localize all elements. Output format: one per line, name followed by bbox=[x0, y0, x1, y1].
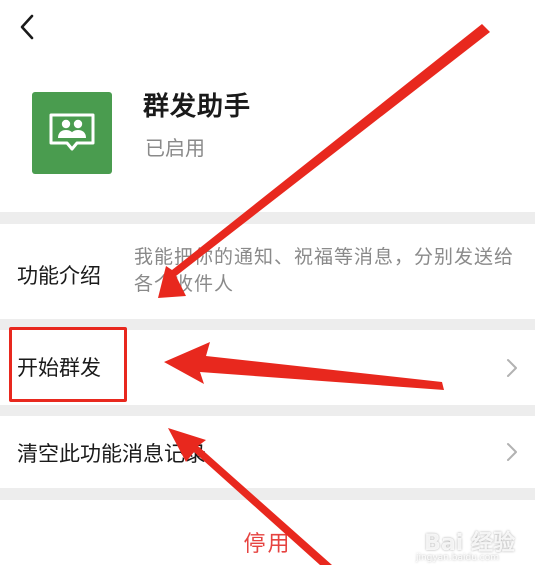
app-status: 已启用 bbox=[145, 136, 205, 160]
chevron-right-icon bbox=[507, 443, 517, 461]
group-chat-icon bbox=[49, 113, 95, 151]
chevron-left-icon bbox=[20, 14, 34, 40]
feature-intro-row: 功能介绍 我能把你的通知、祝福等消息，分别发送给各个收件人 bbox=[0, 224, 535, 319]
feature-intro-label: 功能介绍 bbox=[17, 264, 101, 288]
clear-history-label: 清空此功能消息记录 bbox=[17, 442, 206, 466]
clear-history-row[interactable]: 清空此功能消息记录 bbox=[0, 416, 535, 488]
chevron-right-icon bbox=[507, 359, 517, 377]
highlight-box bbox=[9, 327, 127, 402]
app-header-section: 群发助手 已启用 bbox=[0, 0, 535, 212]
app-icon bbox=[32, 92, 112, 174]
feature-intro-description: 我能把你的通知、祝福等消息，分别发送给各个收件人 bbox=[134, 246, 515, 295]
app-name: 群发助手 bbox=[143, 92, 252, 122]
watermark-url: jingyan.baidu.com bbox=[415, 553, 499, 563]
back-button[interactable] bbox=[12, 12, 42, 42]
